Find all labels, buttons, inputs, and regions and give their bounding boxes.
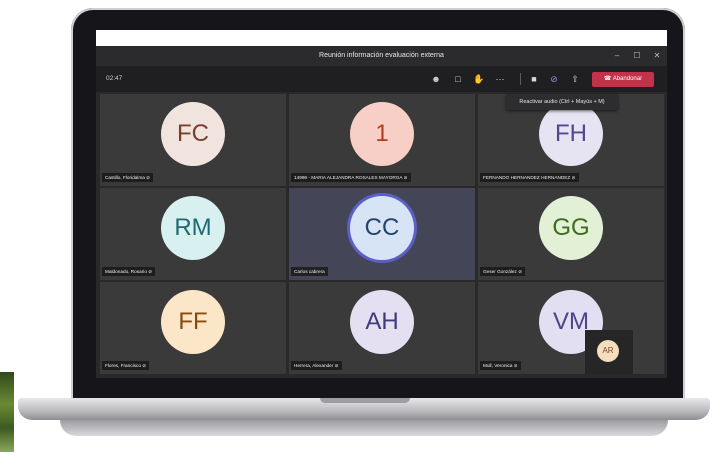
participant-name-text: Carlos cabrera [294,269,325,274]
participant-name: Mull, Veronica ⊘ [480,361,521,370]
participant-tile-speaking[interactable]: CC Carlos cabrera [289,188,475,280]
participant-tile[interactable]: VM Mull, Veronica ⊘ [478,282,664,374]
participant-name-text: Flores, Francisco [105,363,141,368]
camera-off-icon[interactable]: ■ [528,73,540,85]
participant-name: Herrera, Alexander ⊘ [291,361,342,370]
share-screen-icon[interactable]: ⇧ [569,73,581,85]
participant-name-text: Herrera, Alexander [294,363,334,368]
raise-hand-icon[interactable]: ✋ [473,73,485,85]
participant-name-text: Geser González [483,269,517,274]
participant-avatar: FC [161,102,225,166]
participant-name-text: Maldonado, Rosario [105,269,147,274]
meeting-toolbar: 02:47 ☻ □ ✋ ⋯ ■ ⊘ ⇧ ☎ Abandonar [96,66,667,92]
participant-tile[interactable]: FC Castillo, Floridalma ⊘ [100,94,286,186]
window-title: Reunión información evaluación externa [96,46,667,66]
participant-name: Geser González ⊘ [480,267,526,276]
participant-avatar: GG [539,196,603,260]
self-view[interactable]: AR [585,330,633,375]
more-icon[interactable]: ⋯ [494,73,506,85]
toolbar-divider [520,73,521,85]
participant-tile[interactable]: 1 14999 - MARIA ALEJANDRA ROSALES MAYORG… [289,94,475,186]
screen-top-strip [96,30,667,46]
participant-tile[interactable]: AH Herrera, Alexander ⊘ [289,282,475,374]
participant-avatar: FH [539,102,603,166]
plant-background [0,372,14,452]
self-avatar: AR [597,340,619,362]
participant-name: Carlos cabrera [291,267,328,276]
laptop-base-lip [60,420,668,436]
leave-button-label: Abandonar [612,76,643,82]
laptop-notch [320,398,410,403]
mic-muted-icon: ⊘ [571,175,576,180]
mic-muted-icon: ⊘ [146,175,151,180]
mic-muted-icon: ⊘ [518,269,523,274]
leave-button[interactable]: ☎ Abandonar [592,72,654,87]
participant-tile[interactable]: GG Geser González ⊘ [478,188,664,280]
participant-avatar: 1 [350,102,414,166]
participant-name-text: 14999 - MARIA ALEJANDRA ROSALES MAYORGA [294,175,403,180]
mic-muted-icon: ⊘ [513,363,518,368]
meeting-timer: 02:47 [106,75,123,82]
participant-name: Maldonado, Rosario ⊘ [102,267,156,276]
chat-icon[interactable]: □ [452,73,464,85]
participant-name-text: Castillo, Floridalma [105,175,145,180]
participant-name-text: FERNANDO HERNANDEZ HERNANDEZ [483,175,571,180]
mic-muted-icon: ⊘ [334,363,339,368]
participant-grid: FC Castillo, Floridalma ⊘ 1 14999 - MARI… [100,94,664,374]
participant-name: Castillo, Floridalma ⊘ [102,173,154,182]
participant-name-text: Mull, Veronica [483,363,513,368]
mic-muted-icon: ⊘ [403,175,408,180]
participant-name: FERNANDO HERNANDEZ HERNANDEZ ⊘ [480,173,579,182]
mic-muted-icon: ⊘ [142,363,147,368]
close-icon[interactable]: ✕ [648,46,666,66]
participant-avatar: CC [350,196,414,260]
participant-avatar: AH [350,290,414,354]
participant-avatar: FF [161,290,225,354]
participants-icon[interactable]: ☻ [430,73,442,85]
participant-tile[interactable]: FF Flores, Francisco ⊘ [100,282,286,374]
unmute-tooltip: Reactivar audio (Ctrl + Mayús + M) [506,94,618,110]
maximize-icon[interactable]: ☐ [628,46,646,66]
mic-muted-icon: ⊘ [148,269,153,274]
teams-window: Reunión información evaluación externa –… [96,30,667,378]
participant-name: 14999 - MARIA ALEJANDRA ROSALES MAYORGA … [291,173,411,182]
mic-off-icon[interactable]: ⊘ [548,73,560,85]
participant-name: Flores, Francisco ⊘ [102,361,150,370]
participant-tile[interactable]: RM Maldonado, Rosario ⊘ [100,188,286,280]
minimize-icon[interactable]: – [608,46,626,66]
phone-hangup-icon: ☎ [603,76,613,82]
participant-avatar: RM [161,196,225,260]
